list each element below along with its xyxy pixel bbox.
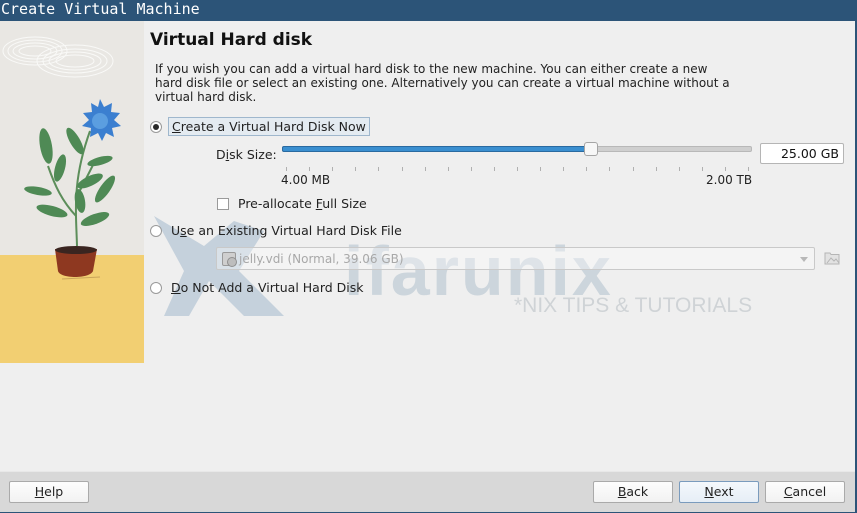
slider-ticks: [282, 167, 752, 173]
slider-tick: [401, 167, 403, 171]
page-title: Virtual Hard disk: [150, 30, 313, 50]
radio-no-disk[interactable]: Do Not Add a Virtual Hard Disk: [150, 279, 367, 296]
disk-size-slider[interactable]: [282, 142, 752, 160]
preallocate-label[interactable]: Pre-allocate Full Size: [235, 195, 370, 212]
slider-tick: [447, 167, 449, 171]
slider-handle[interactable]: [583, 142, 598, 156]
cancel-button[interactable]: Cancel: [765, 481, 845, 503]
slider-tick: [678, 167, 680, 171]
slider-tick: [586, 167, 588, 171]
slider-tick: [701, 167, 703, 171]
page-description: If you wish you can add a virtual hard d…: [155, 62, 730, 104]
slider-tick: [424, 167, 426, 171]
watermark-brand: ifarunix: [344, 232, 613, 310]
chevron-down-icon[interactable]: [800, 257, 808, 262]
slider-tick: [540, 167, 542, 171]
slider-fill: [282, 146, 592, 152]
slider-tick: [563, 167, 565, 171]
slider-tick: [632, 167, 634, 171]
slider-tick: [378, 167, 380, 171]
slider-max-label: 2.00 TB: [706, 173, 753, 187]
slider-tick: [309, 167, 311, 171]
plant-illustration-icon: [0, 21, 144, 363]
button-bar: Help Back Next Cancel: [0, 471, 855, 512]
help-button[interactable]: Help: [9, 481, 89, 503]
hard-disk-icon: [222, 251, 237, 267]
radio-create-new[interactable]: Create a Virtual Hard Disk Now: [150, 117, 370, 136]
disk-size-label: Disk Size:: [216, 147, 277, 162]
watermark-tagline: *NIX TIPS & TUTORIALS: [514, 294, 753, 317]
disk-size-input[interactable]: 25.00 GB: [760, 143, 844, 164]
slider-tick: [748, 167, 749, 171]
next-button[interactable]: Next: [679, 481, 759, 503]
existing-disk-value: jelly.vdi (Normal, 39.06 GB): [239, 251, 404, 266]
open-folder-icon[interactable]: [824, 250, 840, 266]
slider-tick: [332, 167, 334, 171]
slider-tick: [355, 167, 357, 171]
back-button[interactable]: Back: [593, 481, 673, 503]
existing-disk-select[interactable]: jelly.vdi (Normal, 39.06 GB): [216, 247, 815, 270]
radio-label[interactable]: Do Not Add a Virtual Hard Disk: [168, 279, 367, 296]
radio-label[interactable]: Create a Virtual Hard Disk Now: [168, 117, 370, 136]
slider-tick: [609, 167, 611, 171]
radio-button[interactable]: [150, 281, 162, 294]
preallocate-checkbox[interactable]: [217, 197, 229, 210]
window-title: Create Virtual Machine: [0, 0, 857, 21]
slider-tick: [655, 167, 657, 171]
radio-use-existing[interactable]: Use an Existing Virtual Hard Disk File: [150, 222, 405, 239]
slider-tick: [517, 167, 518, 171]
radio-button[interactable]: [150, 120, 162, 133]
slider-tick: [724, 167, 726, 171]
slider-tick: [286, 167, 287, 171]
preallocate-checkbox-row[interactable]: Pre-allocate Full Size: [217, 195, 370, 212]
wizard-illustration: [0, 21, 144, 363]
slider-min-label: 4.00 MB: [281, 173, 331, 187]
wizard-page: ifarunix *NIX TIPS & TUTORIALS Virtual H…: [144, 21, 855, 471]
radio-button[interactable]: [150, 224, 162, 237]
slider-tick: [470, 167, 472, 171]
radio-label[interactable]: Use an Existing Virtual Hard Disk File: [168, 222, 405, 239]
slider-tick: [493, 167, 495, 171]
